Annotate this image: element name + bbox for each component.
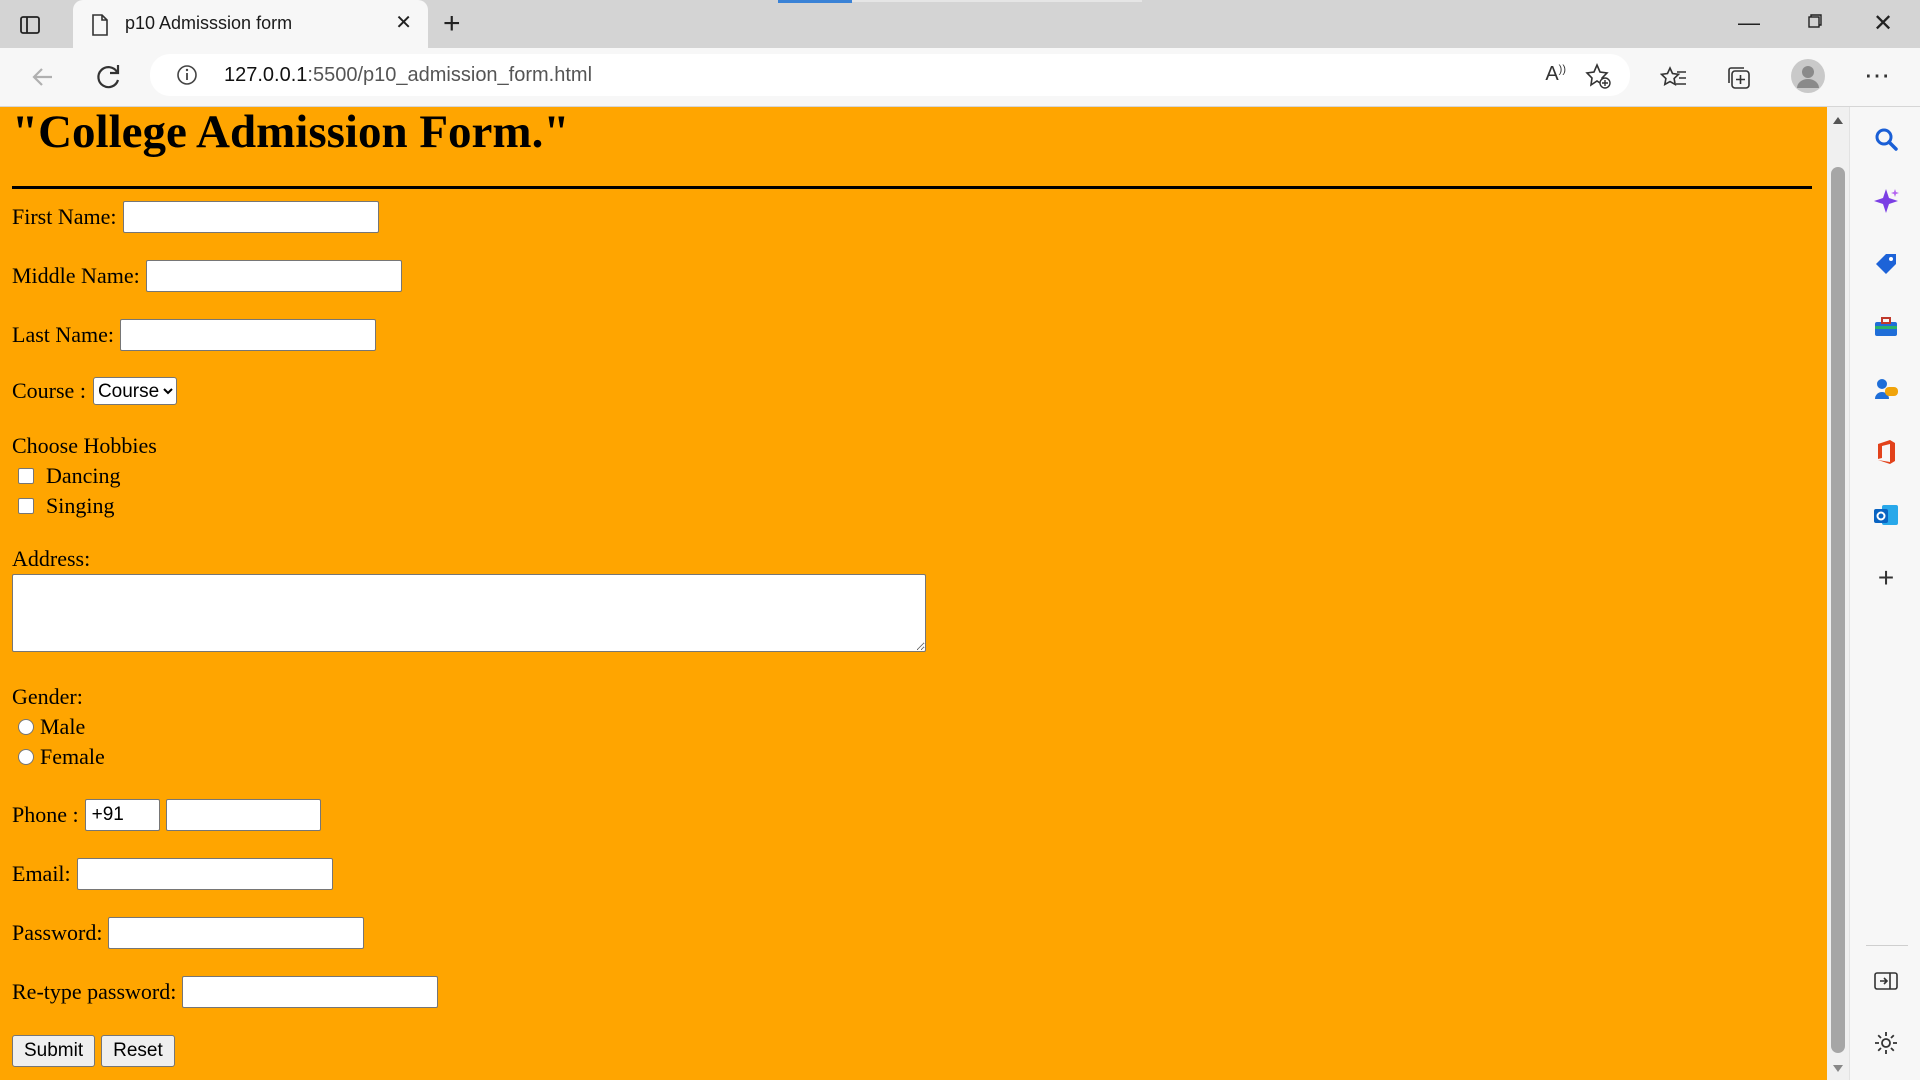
horizontal-rule <box>12 186 1812 189</box>
loading-indicator <box>778 0 852 3</box>
course-row: Course : Course <box>12 377 177 405</box>
gender-female-row: Female <box>12 744 105 770</box>
retype-password-label: Re-type password: <box>12 979 177 1004</box>
favorites-icon[interactable] <box>1659 64 1688 97</box>
page-title: "College Admission Form." <box>12 107 570 158</box>
settings-icon[interactable] <box>1872 1029 1900 1057</box>
gender-male-row: Male <box>12 714 85 740</box>
email-input[interactable] <box>76 858 333 890</box>
url-host: 127.0.0.1 <box>224 64 308 86</box>
last-name-row: Last Name: <box>12 319 377 351</box>
email-row: Email: <box>12 858 333 890</box>
url-text: 127.0.0.1:5500/p10_admission_form.html <box>224 64 592 87</box>
retype-password-row: Re-type password: <box>12 976 439 1008</box>
reset-button[interactable]: Reset <box>101 1035 175 1067</box>
loading-track <box>852 0 1142 2</box>
page-scrollbar[interactable] <box>1827 107 1849 1080</box>
collections-icon[interactable] <box>1725 64 1753 97</box>
middle-name-row: Middle Name: <box>12 260 402 292</box>
page-icon <box>91 14 109 41</box>
search-icon[interactable] <box>1872 125 1900 153</box>
refresh-icon[interactable] <box>92 60 126 94</box>
course-select[interactable]: Course <box>92 377 177 405</box>
hobbies-label: Choose Hobbies <box>12 433 157 458</box>
middle-name-input[interactable] <box>145 260 402 292</box>
minimize-icon[interactable]: — <box>1738 10 1760 36</box>
gender-label: Gender: <box>12 684 83 709</box>
first-name-row: First Name: <box>12 201 379 233</box>
address-row <box>12 574 926 652</box>
scroll-up-arrow-icon[interactable] <box>1833 117 1843 124</box>
office-icon[interactable] <box>1872 438 1900 466</box>
dancing-label: Dancing <box>46 463 121 488</box>
first-name-label: First Name: <box>12 204 117 229</box>
middle-name-label: Middle Name: <box>12 263 140 288</box>
course-label: Course : <box>12 378 86 403</box>
gender-label-row: Gender: <box>12 684 83 710</box>
last-name-input[interactable] <box>120 319 377 351</box>
male-label: Male <box>40 714 86 739</box>
more-options-icon[interactable]: ⋯ <box>1864 60 1890 91</box>
shopping-tag-icon[interactable] <box>1872 250 1900 278</box>
form-buttons-row: Submit Reset <box>12 1035 181 1067</box>
first-name-input[interactable] <box>122 201 379 233</box>
new-tab-icon[interactable]: + <box>443 9 461 39</box>
page-viewport: "College Admission Form." First Name: Mi… <box>0 107 1827 1080</box>
female-label: Female <box>40 744 105 769</box>
site-info-icon[interactable] <box>176 64 198 86</box>
retype-password-input[interactable] <box>182 976 439 1008</box>
phone-label: Phone : <box>12 802 79 827</box>
back-icon[interactable] <box>26 60 60 94</box>
password-input[interactable] <box>108 917 365 949</box>
url-path: :5500/p10_admission_form.html <box>307 64 593 86</box>
read-aloud-icon[interactable]: A)) <box>1545 63 1566 86</box>
tab-actions-icon[interactable] <box>18 13 42 37</box>
add-favorite-icon[interactable] <box>1584 62 1612 95</box>
female-radio[interactable] <box>18 749 34 765</box>
hobbies-heading-row: Choose Hobbies <box>12 433 157 459</box>
submit-button[interactable]: Submit <box>12 1035 96 1067</box>
address-bar[interactable]: 127.0.0.1:5500/p10_admission_form.html A… <box>150 54 1630 96</box>
hobby-dancing-row: Dancing <box>12 463 121 489</box>
phone-row: Phone : <box>12 799 321 831</box>
password-label: Password: <box>12 920 103 945</box>
outlook-icon[interactable] <box>1872 501 1900 529</box>
add-icon[interactable]: + <box>1872 564 1900 592</box>
address-label-row: Address: <box>12 546 90 572</box>
sidebar-divider <box>1866 945 1908 946</box>
scroll-down-arrow-icon[interactable] <box>1833 1065 1843 1072</box>
tools-icon[interactable] <box>1872 313 1900 341</box>
close-tab-icon[interactable]: ✕ <box>395 13 412 33</box>
singing-checkbox[interactable] <box>18 498 34 514</box>
phone-number-input[interactable] <box>165 799 321 831</box>
phone-code-input[interactable] <box>84 799 160 831</box>
address-toolbar: 127.0.0.1:5500/p10_admission_form.html A… <box>0 48 1920 107</box>
restore-icon[interactable] <box>1808 14 1822 28</box>
password-row: Password: <box>12 917 365 949</box>
split-screen-icon[interactable] <box>1872 967 1900 995</box>
games-icon[interactable] <box>1872 375 1900 403</box>
email-label: Email: <box>12 861 71 886</box>
tab-strip: p10 Admisssion form ✕ + — ✕ <box>0 0 1920 48</box>
hobby-singing-row: Singing <box>12 493 114 519</box>
male-radio[interactable] <box>18 719 34 735</box>
profile-avatar-icon[interactable] <box>1790 58 1826 99</box>
scrollbar-thumb[interactable] <box>1831 167 1845 1053</box>
copilot-icon[interactable] <box>1872 187 1900 215</box>
singing-label: Singing <box>46 493 115 518</box>
dancing-checkbox[interactable] <box>18 468 34 484</box>
tab-title: p10 Admisssion form <box>125 13 293 33</box>
address-textarea[interactable] <box>12 574 926 652</box>
address-label: Address: <box>12 546 91 571</box>
last-name-label: Last Name: <box>12 322 115 347</box>
close-window-icon[interactable]: ✕ <box>1873 9 1893 38</box>
edge-sidebar: + <box>1849 107 1920 1080</box>
active-tab[interactable]: p10 Admisssion form ✕ <box>73 0 428 48</box>
